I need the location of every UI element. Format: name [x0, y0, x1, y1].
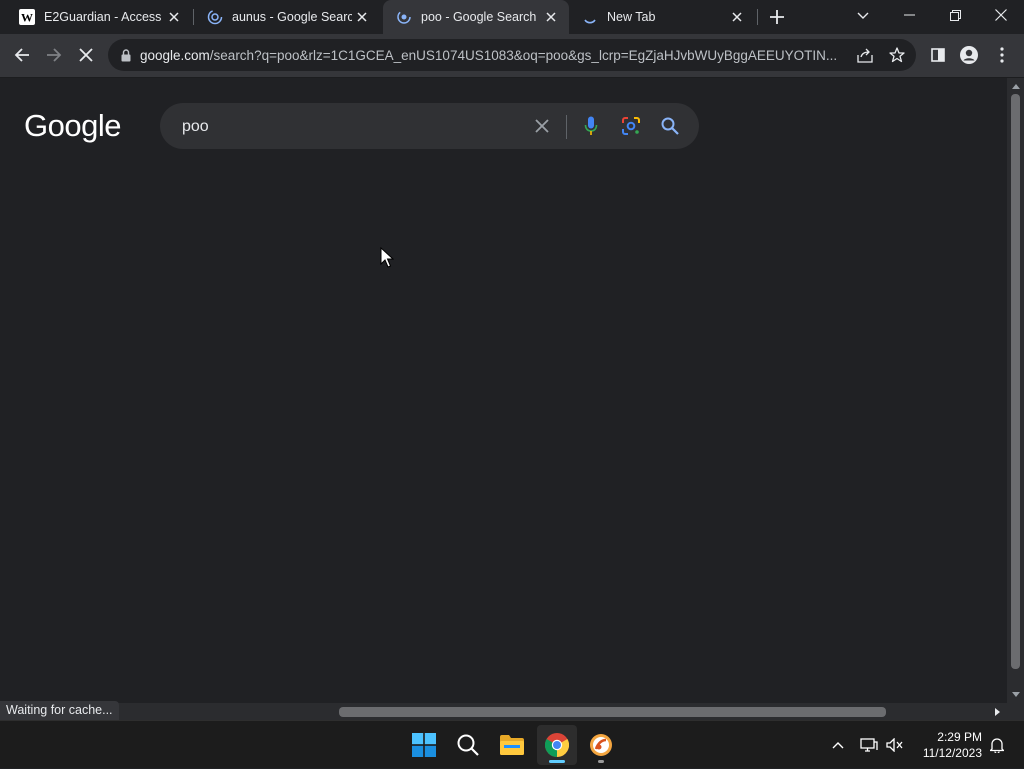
- more-vert-icon: [1000, 47, 1004, 63]
- google-logo[interactable]: Google: [24, 108, 121, 144]
- tab-separator: [757, 9, 758, 25]
- svg-text:W: W: [21, 11, 33, 25]
- bell-icon: [990, 738, 1004, 753]
- arrow-right-icon: [47, 48, 62, 62]
- tab-title: aunus - Google Search: [232, 10, 352, 24]
- clear-search-icon[interactable]: [530, 114, 554, 138]
- browser-menu-button[interactable]: [988, 41, 1016, 69]
- tab-e2guardian[interactable]: W E2Guardian - Access D: [6, 0, 192, 34]
- close-window-button[interactable]: [987, 0, 1015, 30]
- share-icon[interactable]: [856, 47, 874, 63]
- scroll-down-icon[interactable]: [1011, 690, 1020, 699]
- back-button[interactable]: [8, 41, 36, 69]
- app-icon: [590, 734, 612, 756]
- forward-button[interactable]: [40, 41, 68, 69]
- profile-icon: [960, 46, 978, 64]
- tab-search-button[interactable]: [852, 5, 874, 27]
- loading-spinner-icon: [582, 9, 598, 25]
- file-explorer-button[interactable]: [492, 725, 532, 765]
- stop-loading-button[interactable]: [72, 41, 100, 69]
- minimize-button[interactable]: [895, 0, 923, 30]
- volume-muted-icon: [886, 738, 903, 752]
- clock-time: 2:29 PM: [937, 730, 982, 744]
- app-taskbar-button[interactable]: [581, 725, 621, 765]
- tab-title: New Tab: [607, 10, 656, 24]
- close-tab-icon[interactable]: [164, 7, 184, 27]
- taskbar: 2:29 PM 11/12/2023: [0, 720, 1024, 768]
- mouse-cursor-icon: [380, 247, 394, 268]
- restore-button[interactable]: [941, 0, 969, 30]
- network-button[interactable]: [858, 721, 880, 769]
- lens-search-icon[interactable]: [619, 114, 643, 138]
- address-bar[interactable]: google.com/search?q=poo&rlz=1C1GCEA_enUS…: [108, 39, 916, 71]
- side-panel-button[interactable]: [924, 41, 952, 69]
- side-panel-icon: [931, 48, 945, 62]
- close-tab-icon[interactable]: [727, 7, 747, 27]
- search-icon: [457, 734, 479, 756]
- arrow-left-icon: [14, 48, 29, 62]
- notifications-button[interactable]: [986, 721, 1008, 769]
- profile-button[interactable]: [955, 41, 983, 69]
- taskbar-search-button[interactable]: [448, 725, 488, 765]
- voice-search-icon[interactable]: [579, 114, 603, 138]
- running-app-indicator: [598, 760, 604, 763]
- url-path: /search?q=poo&rlz=1C1GCEA_enUS1074US1083…: [209, 47, 838, 63]
- system-clock[interactable]: 2:29 PM 11/12/2023: [912, 729, 982, 761]
- tab-strip: W E2Guardian - Access D aunus - Google S…: [0, 0, 1024, 34]
- horizontal-scroll-thumb[interactable]: [339, 707, 886, 717]
- active-app-indicator: [549, 760, 565, 763]
- volume-button[interactable]: [884, 721, 906, 769]
- show-hidden-icons-button[interactable]: [828, 721, 848, 769]
- plus-icon: [770, 10, 784, 24]
- restore-icon: [949, 9, 961, 21]
- close-icon: [995, 9, 1007, 21]
- tab-title: E2Guardian - Access D: [44, 10, 164, 24]
- chevron-up-icon: [832, 741, 844, 748]
- tab-aunus-search[interactable]: aunus - Google Search: [194, 0, 380, 34]
- url-host: google.com: [140, 47, 210, 63]
- scroll-up-icon[interactable]: [1011, 82, 1020, 91]
- horizontal-scrollbar[interactable]: [0, 703, 1007, 720]
- search-box[interactable]: [160, 103, 699, 149]
- status-bubble: Waiting for cache...: [0, 701, 119, 720]
- clock-date: 11/12/2023: [922, 746, 982, 760]
- close-tab-icon[interactable]: [352, 7, 372, 27]
- chrome-taskbar-button[interactable]: [537, 725, 577, 765]
- vertical-scroll-thumb[interactable]: [1011, 94, 1020, 669]
- network-icon: [860, 738, 878, 752]
- search-icon[interactable]: [658, 114, 682, 138]
- page-content: Google: [0, 78, 1007, 703]
- vertical-scrollbar[interactable]: [1007, 78, 1024, 703]
- chevron-down-icon: [857, 12, 869, 19]
- start-button[interactable]: [404, 725, 444, 765]
- minimize-icon: [903, 14, 915, 16]
- google-loading-icon: [396, 9, 412, 25]
- search-divider: [566, 115, 567, 139]
- start-icon: [412, 733, 436, 757]
- scrollbar-corner: [1007, 703, 1024, 720]
- file-explorer-icon: [500, 735, 524, 755]
- url-text: google.com/search?q=poo&rlz=1C1GCEA_enUS…: [140, 48, 845, 63]
- google-loading-icon: [207, 9, 223, 25]
- new-tab-button[interactable]: [765, 5, 789, 29]
- stop-icon: [79, 48, 93, 62]
- tab-new-tab[interactable]: New Tab: [569, 0, 755, 34]
- scroll-right-icon[interactable]: [992, 707, 1002, 717]
- search-input[interactable]: [180, 113, 514, 141]
- w-icon: W: [19, 9, 35, 25]
- chrome-icon: [545, 733, 569, 757]
- tab-poo-search[interactable]: poo - Google Search: [383, 0, 569, 34]
- bookmark-star-icon[interactable]: [888, 46, 906, 64]
- tab-title: poo - Google Search: [421, 10, 537, 24]
- close-tab-icon[interactable]: [541, 7, 561, 27]
- browser-toolbar: google.com/search?q=poo&rlz=1C1GCEA_enUS…: [0, 34, 1024, 78]
- lock-icon[interactable]: [120, 48, 132, 62]
